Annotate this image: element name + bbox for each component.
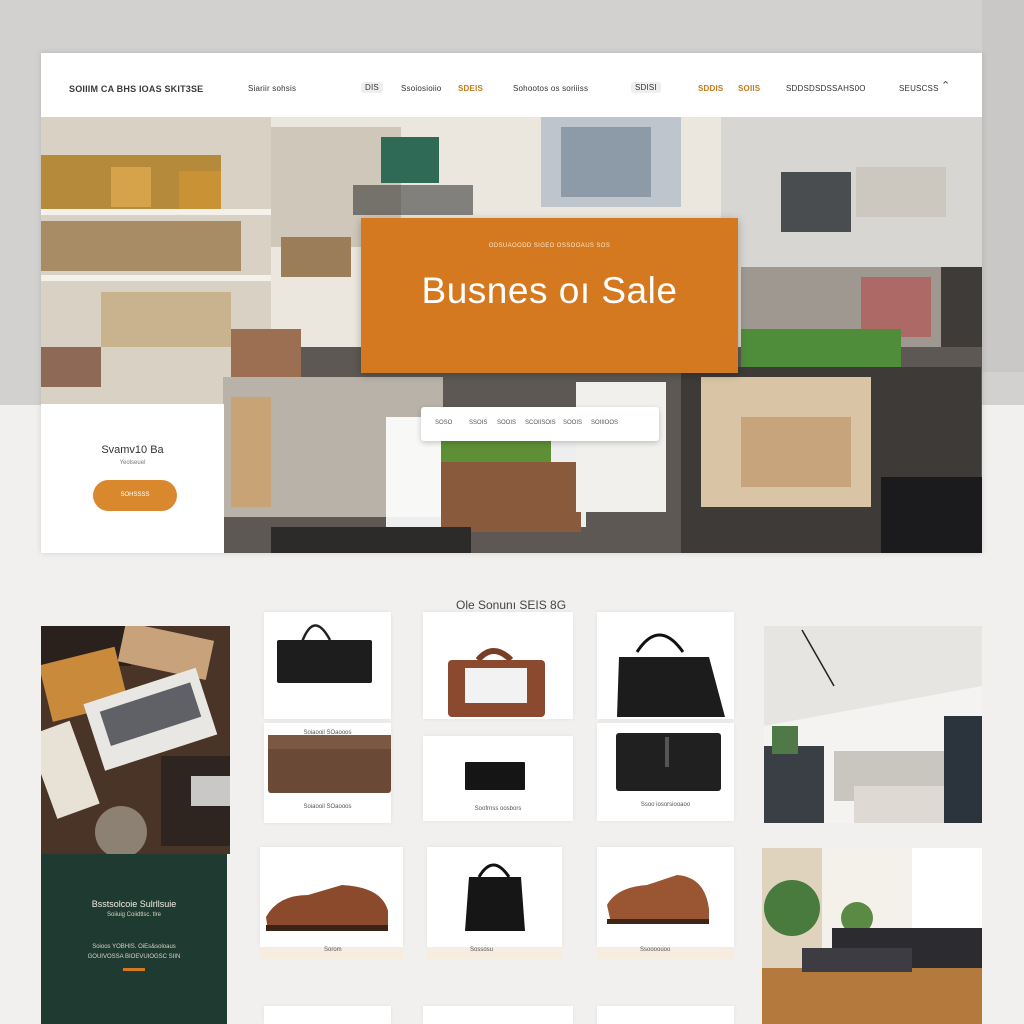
search-chip-6[interactable]: SOIIIOOS <box>591 420 618 426</box>
tile-label-2: Sossosu <box>470 947 494 953</box>
product-tile-tote-black[interactable] <box>264 612 391 719</box>
boutique-racks-photo <box>762 848 982 1024</box>
banner-title: Busnes oı Sale <box>421 270 678 311</box>
tile-label-3: Ssoooouoo <box>640 947 671 953</box>
search-chip-5[interactable]: SOOIS <box>563 420 582 426</box>
product-tile-duffel-black[interactable] <box>597 612 734 719</box>
black-wallet-icon <box>465 762 525 790</box>
boutique-interior-photo <box>764 626 982 823</box>
nav-item-5[interactable]: SDDIS <box>698 84 723 93</box>
brown-loafer-icon <box>266 885 388 931</box>
product-tile-row4-2[interactable] <box>423 1006 573 1024</box>
search-chip-4[interactable]: SCOIISOIS <box>525 420 556 426</box>
product-tile-briefcase[interactable]: Ssoo iosorsiooaoo <box>597 723 734 821</box>
nav-item-4[interactable]: Sohootos os soriiiss <box>513 84 588 93</box>
promo-accent-bar <box>123 968 145 971</box>
hero-search-bar[interactable]: SOSO SSOIS SOOIS SCOIISOIS SOOIS SOIIIOO… <box>421 407 659 441</box>
nav-item-7[interactable]: SDDSDSDS <box>786 84 832 93</box>
product-tile-wallet[interactable]: Soofrnss oosbors <box>423 736 573 821</box>
product-tile-shoe[interactable] <box>597 847 734 947</box>
promo-subtitle: Soiiuig Coiidtlsc. tlre <box>106 912 162 918</box>
card-subtitle: Yeolseuel <box>119 460 146 466</box>
nav-item-pill-1[interactable]: DIS <box>361 82 383 93</box>
hero-section: ODSUAOODD SIGEO OSSOOAUS SOS Busnes oı S… <box>41 117 982 553</box>
product-caption-3: Soofrnss oosbors <box>474 806 522 812</box>
nav-item-9[interactable]: SEUSCSS <box>899 84 939 93</box>
nav-item-3[interactable]: SDEIS <box>458 84 483 93</box>
promo-line-2: GOUIVOSSA BIOEVUIOGSC SIIN <box>87 954 181 960</box>
black-tote-icon <box>277 624 372 683</box>
brown-satchel-icon <box>448 648 545 717</box>
brown-shoe-icon <box>607 875 709 924</box>
product-tile-handbag[interactable] <box>427 847 562 947</box>
product-tile-row4-3[interactable] <box>597 1006 734 1024</box>
nav-item-2[interactable]: Ssoiosioiio <box>401 84 441 93</box>
hero-banner: ODSUAOODD SIGEO OSSOOAUS SOS Busnes oı S… <box>361 218 738 373</box>
search-chip-1[interactable]: SOSO <box>435 420 452 426</box>
product-caption-2: Soiaooil SOaooos <box>303 804 352 810</box>
product-tile-row4-1[interactable] <box>264 1006 391 1024</box>
promo-card: Bsstsolcoie Sulrllsuie Soiiuig Coiidtlsc… <box>41 854 227 1024</box>
black-handbag-icon <box>465 863 525 931</box>
hero-info-card: Svamv10 Ba Yeolseuel SOHSSSS <box>41 404 224 553</box>
search-chip-3[interactable]: SOOIS <box>497 420 516 426</box>
brand-logo[interactable]: SOIIIM CA BHS IOAS SKIT3SE <box>69 84 203 94</box>
tile-footer-2 <box>427 947 562 959</box>
product-caption-1: Soiaooil SOaooos <box>303 730 352 736</box>
product-caption-4: Ssoo iosorsiooaoo <box>640 802 691 808</box>
promo-title: Bsstsolcoie Sulrllsuie <box>91 899 177 909</box>
card-title: Svamv10 Ba <box>101 444 164 456</box>
nav-item-6[interactable]: SOIIS <box>738 84 760 93</box>
nav-item-1[interactable]: Siariir sohsis <box>248 84 296 93</box>
product-tile-satchel-brown[interactable] <box>423 612 573 719</box>
user-icon[interactable]: ⌃ <box>941 79 950 92</box>
office-desk-photo <box>41 626 230 854</box>
product-tile-loafer[interactable] <box>260 847 403 947</box>
banner-eyebrow: ODSUAOODD SIGEO OSSOOAUS SOS <box>488 243 611 249</box>
section-title: Ole Sonunı SEIS 8G <box>456 598 567 612</box>
cta-button[interactable]: SOHSSSS <box>93 480 177 511</box>
product-tile-clutch[interactable]: Soiaooil SOaooos Soiaooil SOaooos <box>264 723 391 823</box>
website-mockup: SOIIIM CA BHS IOAS SKIT3SE Siariir sohsi… <box>41 53 982 553</box>
top-navigation: SOIIIM CA BHS IOAS SKIT3SE Siariir sohsi… <box>41 53 982 117</box>
nav-item-pill-2[interactable]: SDISI <box>631 82 661 93</box>
search-chip-2[interactable]: SSOIS <box>469 420 487 426</box>
black-duffel-icon <box>617 633 725 717</box>
nav-item-8[interactable]: SAHS0O <box>832 84 866 93</box>
right-backdrop <box>982 0 1024 372</box>
black-briefcase-icon <box>616 733 721 791</box>
tile-label-1: Sorom <box>324 947 342 953</box>
promo-line-1: Soioos YOBHIS. OiEs&soloaus <box>92 944 176 950</box>
